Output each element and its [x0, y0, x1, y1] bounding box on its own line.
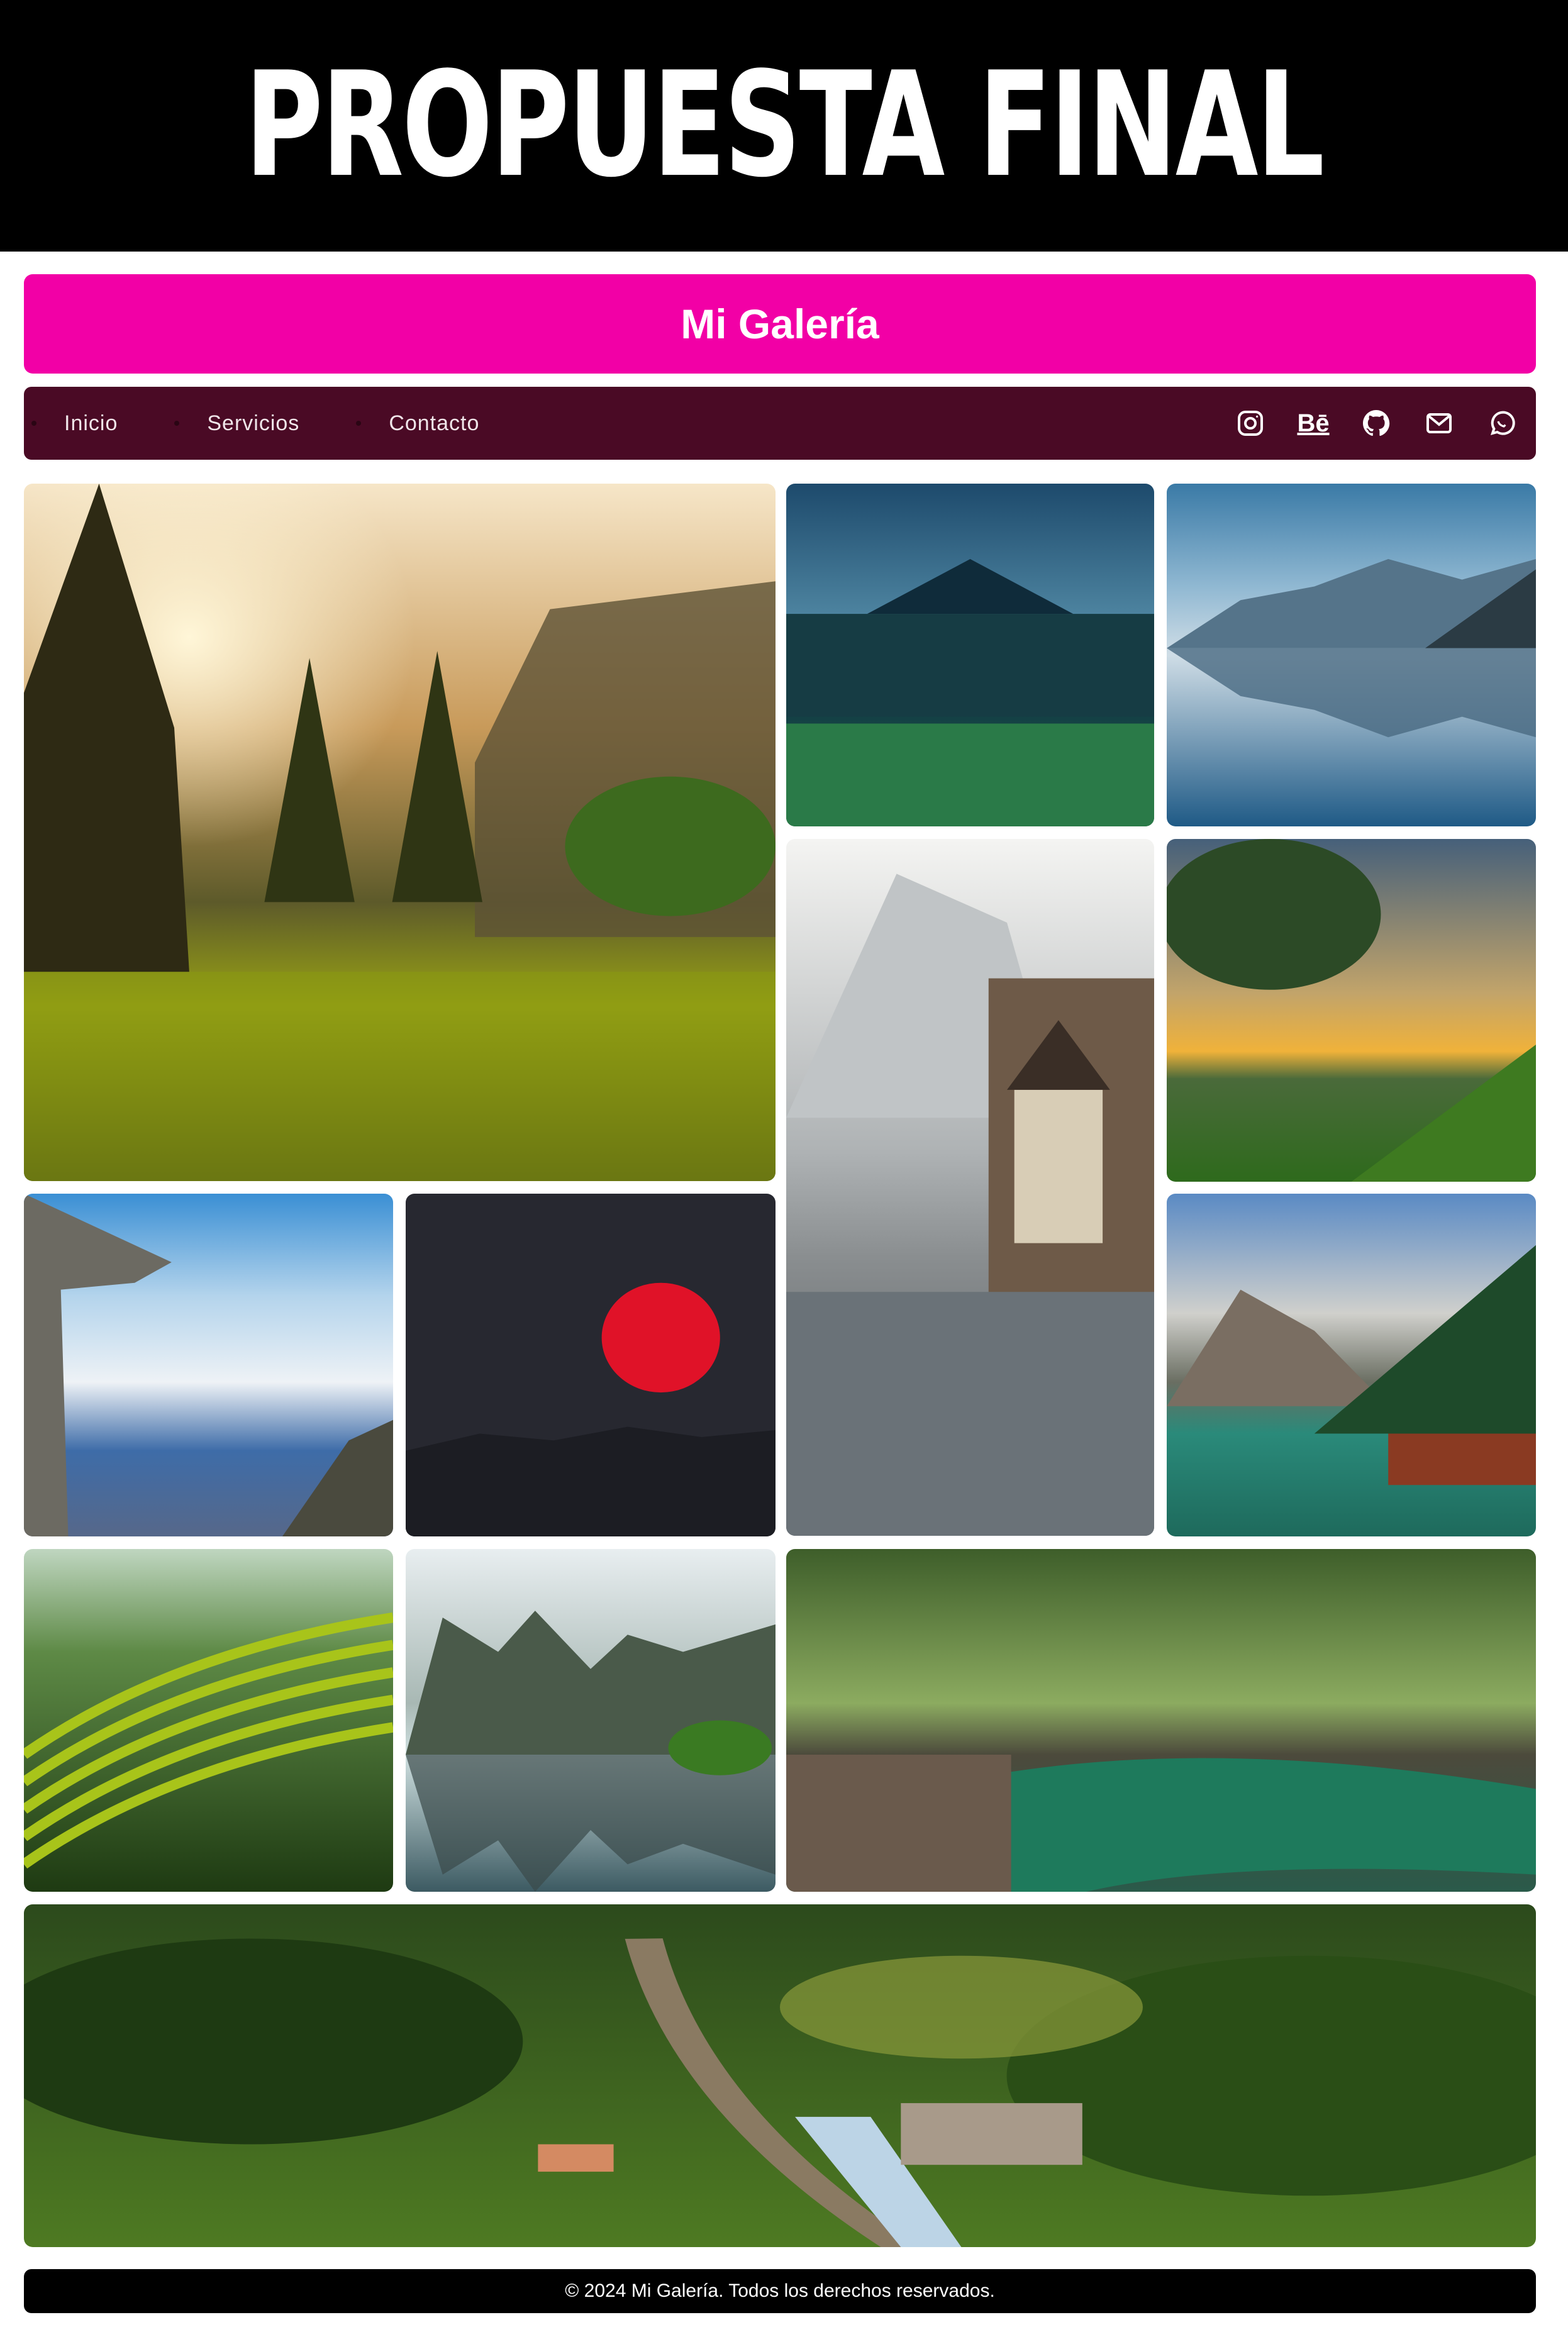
- footer-copyright: © 2024 Mi Galería. Todos los derechos re…: [565, 2280, 995, 2301]
- instagram-icon[interactable]: [1235, 408, 1265, 438]
- gallery-image-volcano-lake[interactable]: [786, 484, 1154, 826]
- bullet-icon: [174, 421, 180, 426]
- bullet-icon: [356, 421, 362, 426]
- gallery-image-forest-river[interactable]: [786, 1549, 1536, 1892]
- gallery-image-tree-sunset[interactable]: [1167, 839, 1536, 1182]
- github-icon[interactable]: [1361, 408, 1391, 438]
- footer: © 2024 Mi Galería. Todos los derechos re…: [24, 2269, 1536, 2313]
- gallery-image-boathouse-lake[interactable]: [1167, 1194, 1536, 1536]
- bullet-icon: [31, 421, 36, 426]
- nav-item-contacto: Contacto: [356, 411, 536, 436]
- social-icons: Bē: [1235, 408, 1517, 438]
- behance-label: Bē: [1297, 409, 1330, 437]
- nav-link-servicios[interactable]: Servicios: [207, 411, 299, 436]
- nav-item-servicios: Servicios: [174, 411, 356, 436]
- nav-item-inicio: Inicio: [31, 411, 174, 436]
- gallery-image-cliff-clouds[interactable]: [24, 1194, 393, 1536]
- gallery-title: Mi Galería: [681, 301, 879, 347]
- gallery-image-red-sun[interactable]: [406, 1194, 776, 1536]
- nav-link-contacto[interactable]: Contacto: [389, 411, 479, 436]
- mail-icon[interactable]: [1424, 408, 1454, 438]
- nav-link-inicio[interactable]: Inicio: [64, 411, 118, 436]
- gallery-image-karst-river[interactable]: [406, 1549, 776, 1892]
- navbar: Inicio Servicios Contacto Bē: [24, 387, 1536, 460]
- behance-icon[interactable]: Bē: [1297, 408, 1330, 438]
- gallery-image-mountain-reflection[interactable]: [1167, 484, 1536, 826]
- gallery-image-train-jungle[interactable]: [24, 1904, 1536, 2247]
- nav-links: Inicio Servicios Contacto: [31, 411, 536, 436]
- whatsapp-icon[interactable]: [1487, 408, 1517, 438]
- gallery-image-alpine-village[interactable]: [786, 839, 1154, 1536]
- top-banner: PROPUESTA FINAL: [0, 0, 1568, 252]
- gallery-image-forest-sunrise[interactable]: [24, 484, 776, 1181]
- gallery-image-rice-terraces[interactable]: [24, 1549, 393, 1892]
- gallery-header: Mi Galería: [24, 274, 1536, 374]
- banner-title: PROPUESTA FINAL: [245, 42, 1325, 209]
